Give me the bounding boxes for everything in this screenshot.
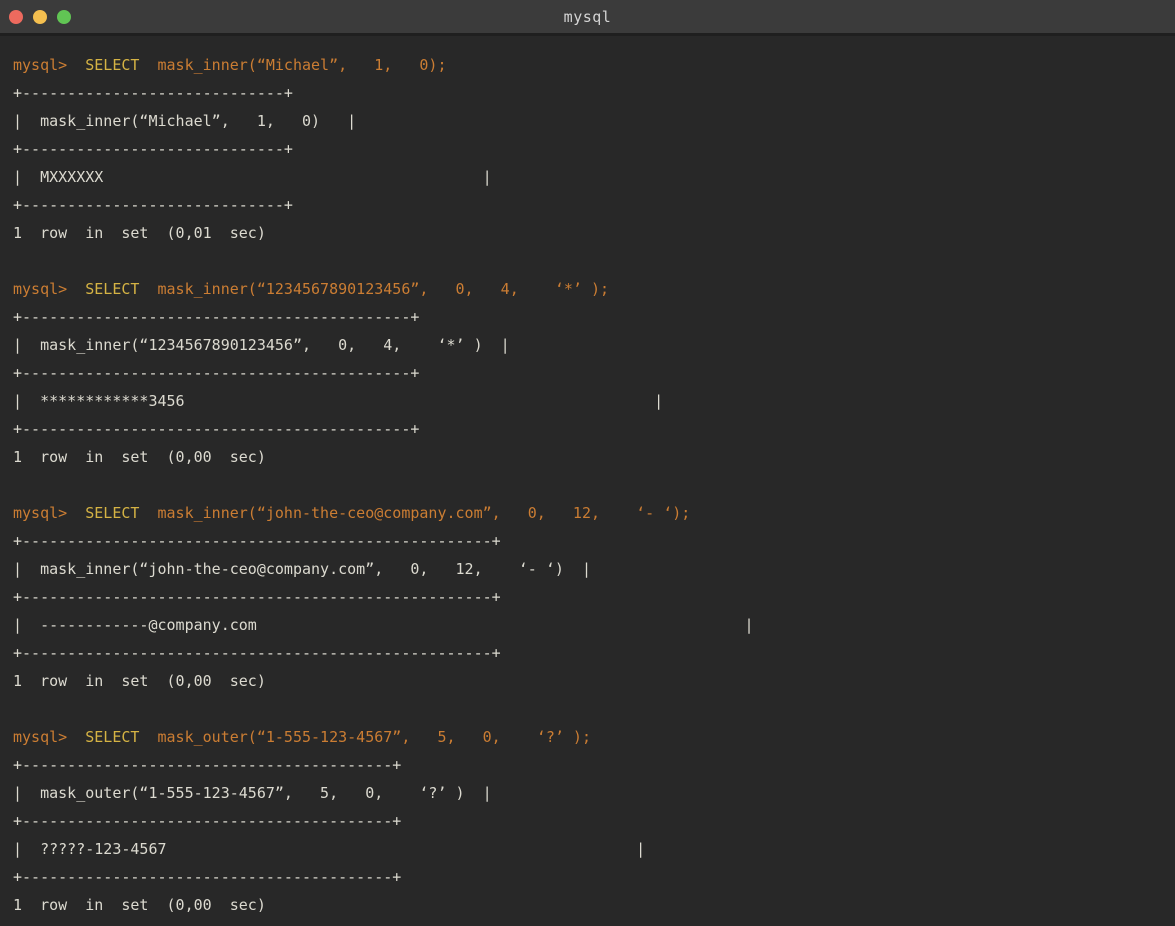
table-border: +-----------------------------+ (13, 135, 1175, 163)
table-border: +---------------------------------------… (13, 527, 1175, 555)
command-line: mysql> SELECT mask_outer(“1-555-123-4567… (13, 723, 1175, 751)
mysql-prompt: mysql> (13, 280, 85, 298)
window-title: mysql (564, 8, 612, 26)
terminal-output: mysql> SELECT mask_inner(“Michael”, 1, 0… (0, 36, 1175, 926)
sql-expression: mask_inner(“john-the-ceo@company.com”, 0… (158, 504, 691, 522)
minimize-button-icon[interactable] (33, 10, 47, 24)
close-button-icon[interactable] (9, 10, 23, 24)
table-data-row: | ************3456 | (13, 387, 1175, 415)
sql-expression: mask_inner(“1234567890123456”, 0, 4, ‘*’… (158, 280, 610, 298)
titlebar: mysql (0, 0, 1175, 36)
table-header-row: | mask_inner(“1234567890123456”, 0, 4, ‘… (13, 331, 1175, 359)
sql-expression: mask_inner(“Michael”, 1, 0); (158, 56, 447, 74)
query-block: mysql> SELECT mask_inner(“Michael”, 1, 0… (13, 51, 1175, 247)
table-border: +-----------------------------+ (13, 191, 1175, 219)
query-block: mysql> SELECT mask_inner(“12345678901234… (13, 275, 1175, 471)
command-line: mysql> SELECT mask_inner(“Michael”, 1, 0… (13, 51, 1175, 79)
query-block: mysql> SELECT mask_outer(“1-555-123-4567… (13, 723, 1175, 919)
query-block: mysql> SELECT mask_inner(“john-the-ceo@c… (13, 499, 1175, 695)
zoom-button-icon[interactable] (57, 10, 71, 24)
table-data-row: | ------------@company.com | (13, 611, 1175, 639)
table-border: +---------------------------------------… (13, 863, 1175, 891)
row-count-status: 1 row in set (0,01 sec) (13, 219, 1175, 247)
table-border: +---------------------------------------… (13, 807, 1175, 835)
command-line: mysql> SELECT mask_inner(“12345678901234… (13, 275, 1175, 303)
row-count-status: 1 row in set (0,00 sec) (13, 667, 1175, 695)
table-border: +---------------------------------------… (13, 639, 1175, 667)
table-border: +---------------------------------------… (13, 303, 1175, 331)
sql-keyword: SELECT (85, 280, 157, 298)
sql-keyword: SELECT (85, 728, 157, 746)
table-border: +---------------------------------------… (13, 583, 1175, 611)
table-header-row: | mask_outer(“1-555-123-4567”, 5, 0, ‘?’… (13, 779, 1175, 807)
table-header-row: | mask_inner(“john-the-ceo@company.com”,… (13, 555, 1175, 583)
table-border: +-----------------------------+ (13, 79, 1175, 107)
table-border: +---------------------------------------… (13, 415, 1175, 443)
sql-expression: mask_outer(“1-555-123-4567”, 5, 0, ‘?’ )… (158, 728, 591, 746)
table-data-row: | MXXXXXX | (13, 163, 1175, 191)
table-header-row: | mask_inner(“Michael”, 1, 0) | (13, 107, 1175, 135)
mysql-prompt: mysql> (13, 56, 85, 74)
sql-keyword: SELECT (85, 504, 157, 522)
mysql-prompt: mysql> (13, 504, 85, 522)
table-border: +---------------------------------------… (13, 751, 1175, 779)
traffic-lights (9, 0, 71, 33)
table-border: +---------------------------------------… (13, 359, 1175, 387)
row-count-status: 1 row in set (0,00 sec) (13, 891, 1175, 919)
row-count-status: 1 row in set (0,00 sec) (13, 443, 1175, 471)
sql-keyword: SELECT (85, 56, 157, 74)
command-line: mysql> SELECT mask_inner(“john-the-ceo@c… (13, 499, 1175, 527)
table-data-row: | ?????-123-4567 | (13, 835, 1175, 863)
mysql-prompt: mysql> (13, 728, 85, 746)
terminal-window: mysql mysql> SELECT mask_inner(“Michael”… (0, 0, 1175, 926)
